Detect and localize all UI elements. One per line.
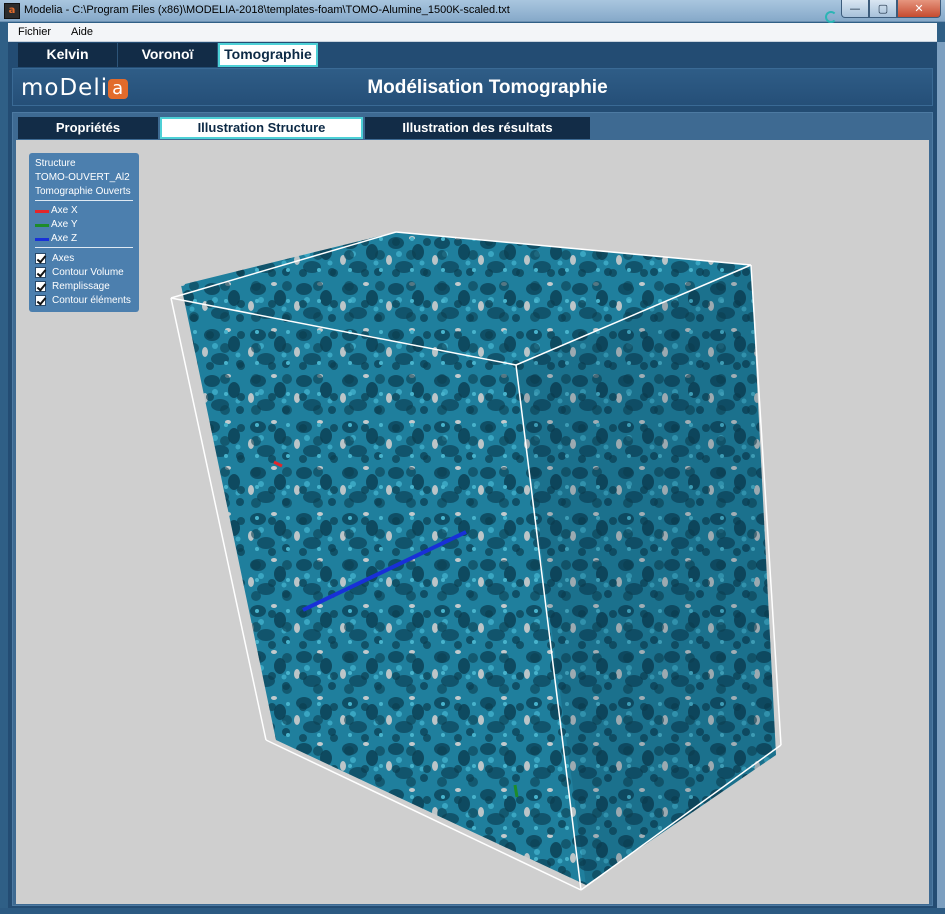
legend-separator	[35, 247, 133, 248]
tab-voronoi[interactable]: Voronoï	[118, 43, 218, 67]
tab-tomographie[interactable]: Tomographie	[218, 43, 318, 67]
content-panel: Propriétés Illustration Structure Illust…	[12, 112, 933, 906]
option-remplissage[interactable]: Remplissage	[35, 279, 133, 293]
axis-z-label: Axe Z	[51, 233, 78, 244]
module-tabs: Kelvin Voronoï Tomographie	[18, 43, 318, 67]
menu-fichier[interactable]: Fichier	[8, 23, 61, 42]
legend-axis-z: Axe Z	[35, 232, 133, 246]
remplissage-checkbox[interactable]	[35, 280, 46, 292]
legend-axis-y: Axe Y	[35, 218, 133, 232]
tab-kelvin[interactable]: Kelvin	[18, 43, 118, 67]
axis-x-label: Axe X	[51, 205, 78, 216]
app-header: moDeli a Modélisation Tomographie	[12, 68, 933, 106]
contour-volume-checkbox[interactable]	[35, 266, 46, 278]
axis-y-label: Axe Y	[51, 219, 78, 230]
maximize-button[interactable]: ▢	[869, 0, 897, 18]
3d-viewport[interactable]: Structure TOMO-OUVERT_Al2 Tomographie Ou…	[16, 140, 929, 904]
option-contour-elements[interactable]: Contour éléments	[35, 293, 133, 307]
tab-proprietes[interactable]: Propriétés	[18, 117, 158, 139]
foam-structure-render[interactable]	[16, 140, 929, 904]
legend-structure-name: TOMO-OUVERT_Al2	[35, 172, 130, 183]
axes-option-label: Axes	[52, 252, 75, 264]
axis-y-marker	[513, 784, 519, 798]
app-frame: Kelvin Voronoï Tomographie moDeli a Modél…	[8, 42, 937, 908]
minimize-button[interactable]: —	[841, 0, 869, 18]
window-bottom-border	[0, 908, 945, 914]
busy-spinner-icon	[825, 11, 837, 23]
foam-volume	[181, 232, 776, 885]
axes-checkbox[interactable]	[35, 252, 46, 264]
page-title: Modélisation Tomographie	[367, 77, 608, 98]
contour-elements-option-label: Contour éléments	[52, 294, 131, 306]
option-axes[interactable]: Axes	[35, 251, 133, 265]
close-button[interactable]: ✕	[897, 0, 941, 18]
contour-volume-option-label: Contour Volume	[52, 266, 124, 278]
tab-illustration-resultats[interactable]: Illustration des résultats	[365, 117, 590, 139]
window-title: Modelia - C:\Program Files (x86)\MODELIA…	[24, 4, 510, 16]
menu-aide[interactable]: Aide	[61, 23, 103, 42]
axis-x-swatch	[35, 209, 49, 213]
legend-structure-type: Tomographie Ouverts	[35, 186, 131, 197]
remplissage-option-label: Remplissage	[52, 280, 110, 292]
legend-separator	[35, 200, 133, 201]
app-icon: a	[4, 3, 20, 19]
axis-y-swatch	[35, 223, 49, 227]
legend-axis-x: Axe X	[35, 204, 133, 218]
contour-elements-checkbox[interactable]	[35, 294, 46, 306]
view-tabs: Propriétés Illustration Structure Illust…	[18, 117, 592, 139]
axis-z-swatch	[35, 237, 49, 241]
legend-structure-label: Structure	[35, 158, 76, 169]
structure-legend: Structure TOMO-OUVERT_Al2 Tomographie Ou…	[29, 153, 139, 312]
tab-illustration-structure[interactable]: Illustration Structure	[160, 117, 363, 139]
menu-bar: Fichier Aide	[8, 23, 937, 42]
option-contour-volume[interactable]: Contour Volume	[35, 265, 133, 279]
window-right-edge	[937, 42, 945, 908]
window-title-bar: a Modelia - C:\Program Files (x86)\MODEL…	[0, 0, 945, 23]
